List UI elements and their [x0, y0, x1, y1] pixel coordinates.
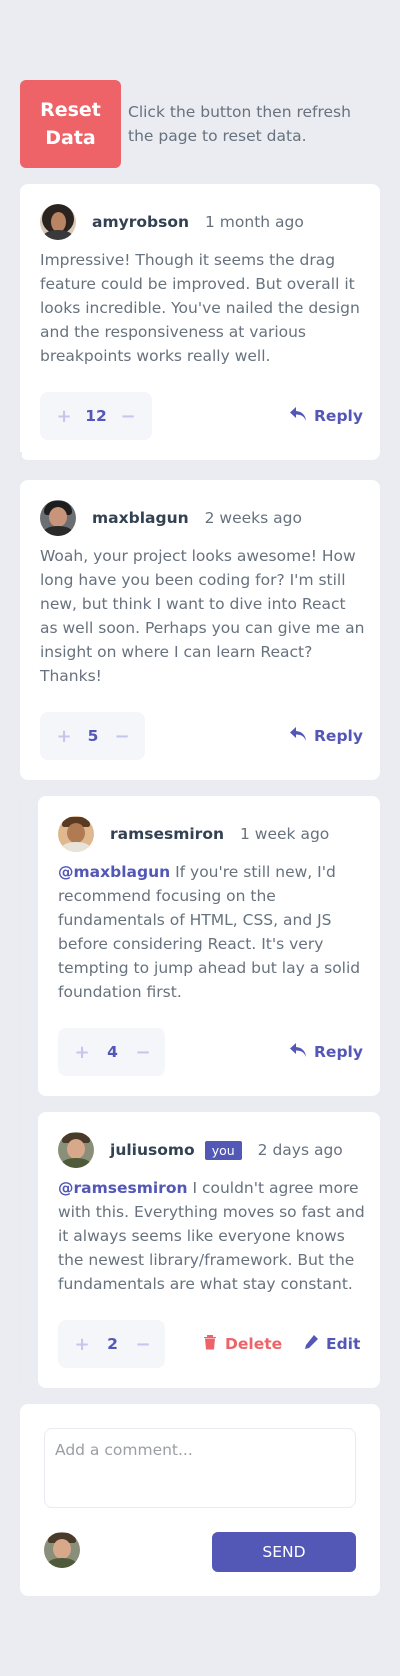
vote-control: + 5 − — [40, 712, 145, 760]
upvote-button[interactable]: + — [52, 406, 76, 427]
avatar — [40, 500, 76, 536]
reply-arrow-icon — [290, 726, 306, 746]
new-comment-card: Add a comment... SEND — [20, 1404, 380, 1596]
downvote-button[interactable]: − — [116, 406, 140, 427]
own-reply-card: juliusomo you 2 days ago @ramsesmiron I … — [38, 1112, 380, 1388]
vote-control: + 4 − — [58, 1028, 165, 1076]
reply-button[interactable]: Reply — [290, 404, 363, 428]
edit-button[interactable]: Edit — [303, 1332, 360, 1356]
username[interactable]: juliusomo — [110, 1141, 195, 1159]
upvote-button[interactable]: + — [52, 726, 76, 747]
vote-control: + 12 − — [40, 392, 152, 440]
reset-section: Reset Data Click the button then refresh… — [20, 80, 380, 168]
reply-label: Reply — [314, 727, 363, 745]
downvote-button[interactable]: − — [110, 726, 134, 747]
mention-link[interactable]: @ramsesmiron — [58, 1179, 188, 1197]
reset-hint: Click the button then refresh the page t… — [128, 103, 351, 145]
downvote-button[interactable]: − — [131, 1334, 155, 1355]
comment-header: maxblagun 2 weeks ago — [40, 500, 302, 536]
trash-icon — [203, 1334, 217, 1354]
reset-data-button[interactable]: Reset Data — [20, 80, 121, 168]
timestamp: 1 week ago — [240, 825, 330, 843]
delete-label: Delete — [225, 1335, 283, 1353]
thread-line — [20, 452, 22, 463]
comment-input[interactable]: Add a comment... — [44, 1428, 356, 1508]
username[interactable]: maxblagun — [92, 509, 189, 527]
comment-card: maxblagun 2 weeks ago Woah, your project… — [20, 480, 380, 780]
comment-text: Woah, your project looks awesome! How lo… — [40, 547, 365, 685]
timestamp: 2 days ago — [257, 1141, 343, 1159]
upvote-button[interactable]: + — [70, 1042, 94, 1063]
score: 4 — [107, 1043, 118, 1061]
comment-card: amyrobson 1 month ago Impressive! Though… — [20, 184, 380, 460]
downvote-button[interactable]: − — [131, 1042, 155, 1063]
username[interactable]: ramsesmiron — [110, 825, 224, 843]
reply-button[interactable]: Reply — [290, 724, 363, 748]
thread-line — [20, 796, 22, 1388]
comment-text: @ramsesmiron I couldn't agree more with … — [58, 1176, 366, 1296]
score: 2 — [107, 1335, 118, 1353]
username[interactable]: amyrobson — [92, 213, 189, 231]
comment-header: ramsesmiron 1 week ago — [58, 816, 329, 852]
edit-label: Edit — [326, 1335, 361, 1353]
avatar — [58, 816, 94, 852]
send-button[interactable]: SEND — [212, 1532, 356, 1572]
upvote-button[interactable]: + — [70, 1334, 94, 1355]
reply-arrow-icon — [290, 406, 306, 426]
reply-label: Reply — [314, 1043, 363, 1061]
delete-button[interactable]: Delete — [203, 1332, 282, 1356]
reply-label: Reply — [314, 407, 363, 425]
mention-link[interactable]: @maxblagun — [58, 863, 170, 881]
score: 5 — [87, 727, 99, 745]
vote-control: + 2 − — [58, 1320, 165, 1368]
score: 12 — [85, 407, 107, 425]
avatar — [40, 204, 76, 240]
comment-header: juliusomo you 2 days ago — [58, 1132, 343, 1168]
comment-text: Impressive! Though it seems the drag fea… — [40, 251, 360, 365]
reply-arrow-icon — [290, 1042, 306, 1062]
timestamp: 1 month ago — [205, 213, 304, 231]
comment-header: amyrobson 1 month ago — [40, 204, 304, 240]
pencil-icon — [303, 1334, 318, 1354]
avatar — [58, 1132, 94, 1168]
timestamp: 2 weeks ago — [204, 509, 302, 527]
comment-text: @maxblagun If you're still new, I'd reco… — [58, 860, 366, 1004]
you-badge: you — [204, 1140, 242, 1160]
current-user-avatar — [44, 1532, 80, 1568]
reply-card: ramsesmiron 1 week ago @maxblagun If you… — [38, 796, 380, 1096]
reply-button[interactable]: Reply — [290, 1040, 363, 1064]
reply-text: If you're still new, I'd recommend focus… — [58, 863, 361, 1001]
